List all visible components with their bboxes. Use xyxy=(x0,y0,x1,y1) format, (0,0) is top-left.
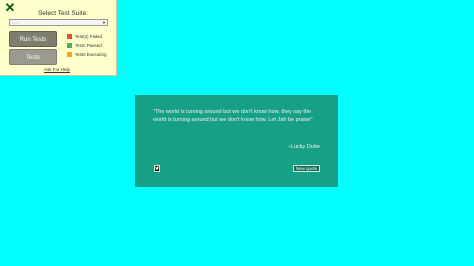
twitter-icon xyxy=(155,166,159,170)
tweet-button[interactable] xyxy=(154,165,160,172)
test-suite-panel: ✕ Select Test Suite: - - - ▼ Run Tests T… xyxy=(0,0,117,76)
test-suite-select[interactable]: - - - ▼ xyxy=(9,19,108,26)
executing-swatch xyxy=(67,52,72,58)
tests-button[interactable]: Tests xyxy=(9,49,57,65)
close-icon[interactable]: ✕ xyxy=(4,1,16,14)
legend-passed-label: Tests Passed xyxy=(75,43,102,48)
legend-passed: Tests Passed xyxy=(67,43,102,49)
legend-failed-label: Test(s) Failed xyxy=(75,34,103,39)
legend-executing: Tests Executing xyxy=(67,52,107,58)
quote-text: "The world is turning around but we don'… xyxy=(153,109,313,123)
ask-for-help-link[interactable]: Ask For Help xyxy=(44,67,70,72)
failed-swatch xyxy=(67,34,72,40)
new-quote-button[interactable]: New quote xyxy=(293,165,320,172)
panel-title: Select Test Suite: xyxy=(37,10,89,17)
select-value: - - - xyxy=(12,20,19,25)
quote-author: --Lucky Dube xyxy=(287,144,320,150)
legend-failed: Test(s) Failed xyxy=(67,34,102,40)
quote-box: "The world is turning around but we don'… xyxy=(135,95,338,187)
chevron-down-icon: ▼ xyxy=(102,20,106,25)
run-tests-button[interactable]: Run Tests xyxy=(9,31,57,47)
passed-swatch xyxy=(67,43,72,49)
legend-executing-label: Tests Executing xyxy=(75,52,107,57)
